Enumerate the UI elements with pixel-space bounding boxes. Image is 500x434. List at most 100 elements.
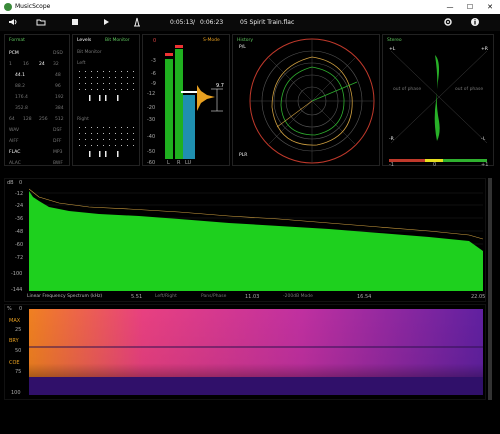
format-title: Format — [9, 38, 25, 43]
right-channel-label: Right — [77, 117, 89, 122]
left-level-bar — [165, 59, 173, 159]
s-mode-label[interactable]: S-Mode — [203, 38, 220, 43]
levels-panel: Levels Bit Monitor Bit Monitor Left Righ… — [72, 34, 140, 166]
spec-y-0: 0 — [19, 180, 23, 186]
marker-bry: BRY — [9, 338, 19, 344]
bit-depth-16: 16 — [23, 62, 29, 67]
stop-icon[interactable] — [70, 17, 80, 27]
bit-depth-1: 1 — [9, 62, 12, 67]
spec-x-11-03: 11.03 — [245, 294, 260, 300]
history-pl-label: P/L — [239, 45, 246, 50]
left-peak-marker — [165, 53, 173, 56]
volume-icon[interactable] — [8, 17, 18, 27]
frequency-spectrum — [29, 188, 483, 291]
rate-88-2: 88.2 — [15, 84, 26, 89]
spectrogram-panel: % 0 25 50 75 100 MAX BRY COE — [4, 304, 486, 400]
info-icon[interactable] — [470, 17, 480, 27]
metronome-icon[interactable] — [132, 17, 142, 27]
rate-176-4: 176.4 — [15, 95, 28, 100]
sg-y-75: 75 — [15, 369, 22, 375]
dsd-256: 256 — [39, 117, 48, 122]
codec-wav: WAV — [9, 128, 20, 133]
codec-dsf: DSF — [53, 128, 62, 133]
meter-scale-60: -60 — [147, 160, 156, 166]
spec-y-36: -36 — [15, 216, 24, 222]
stereo-panel: Stereo +L +R -R -L out of phase out of p… — [382, 34, 494, 168]
codec-bwf: BWF — [53, 161, 63, 166]
spec-y-12: -12 — [15, 191, 24, 197]
spec-x-22-05: 22.05 — [471, 294, 486, 300]
vertical-scrollbar[interactable] — [488, 178, 492, 400]
meter-label-r: R — [177, 160, 181, 166]
phase-correlation-bar — [389, 159, 487, 162]
maximize-button[interactable]: ☐ — [460, 0, 480, 14]
spec-y-60: -60 — [15, 242, 24, 248]
dsd-label: DSD — [53, 51, 63, 56]
rate-384: 384 — [55, 106, 64, 111]
spec-y-72: -72 — [15, 255, 24, 261]
history-polar-plot — [249, 38, 375, 164]
codec-flac: FLAC — [9, 150, 21, 155]
open-folder-icon[interactable] — [36, 17, 46, 27]
tab-levels[interactable]: Levels — [77, 38, 91, 43]
corr-mid: 0 — [433, 162, 437, 168]
minimize-button[interactable]: — — [440, 0, 460, 14]
codec-mp3: MP3 — [53, 150, 63, 155]
window-title: MusicScope — [15, 3, 51, 10]
meter-scale-30: -30 — [147, 117, 156, 123]
elapsed-time: 0:05:13 — [170, 19, 194, 26]
rate-44-1: 44.1 — [15, 73, 26, 78]
sg-y-25: 25 — [15, 327, 22, 333]
app-logo-icon — [4, 3, 12, 11]
track-name: 05 Spirit Train.flac — [240, 19, 295, 26]
stereo-title: Stereo — [387, 38, 402, 43]
marker-coe: COE — [9, 360, 20, 366]
meter-scale-3: -3 — [151, 58, 156, 64]
loudness-value: 9.7 — [216, 83, 224, 89]
left-channel-label: Left — [77, 61, 86, 66]
meter-label-l: L — [167, 160, 170, 166]
spectrum-caption: Linear Frequency Spectrum (kHz) — [27, 294, 103, 299]
transport-toolbar: 0:05:13 / 0:06:23 05 Spirit Train.flac — [0, 14, 500, 31]
meter-scale-50: -50 — [147, 149, 156, 155]
meter-scale-20: -20 — [147, 105, 156, 111]
mode-200db[interactable]: -200dB Mode — [283, 294, 313, 299]
dsd-512: 512 — [55, 117, 64, 122]
corr-min: -1 — [389, 162, 394, 168]
meter-scale-6: -6 — [151, 71, 156, 77]
pcm-label: PCM — [9, 51, 19, 56]
marker-max: MAX — [9, 318, 21, 324]
pct-label: % — [7, 306, 12, 312]
play-icon[interactable] — [101, 17, 111, 27]
spectrum-panel: dB 0 -12 -24 -36 -48 -60 -72 -100 -144 L… — [4, 178, 486, 302]
right-level-bar — [175, 49, 183, 159]
stereo-goniometer — [391, 51, 487, 143]
bit-depth-24: 24 — [39, 62, 45, 67]
right-bit-grid — [79, 127, 134, 157]
mode-pans-phase[interactable]: Pans/Phase — [201, 294, 226, 299]
sg-y-50: 50 — [15, 348, 22, 354]
meter-scale-12: -12 — [147, 91, 156, 97]
loudness-bar — [183, 95, 195, 159]
sg-y-100: 100 — [11, 390, 21, 396]
right-peak-marker — [175, 45, 183, 48]
spec-y-100: -100 — [11, 271, 23, 277]
meter-label-lu: LU — [185, 160, 192, 166]
rate-352-8: 352.8 — [15, 106, 28, 111]
spec-y-48: -48 — [15, 229, 24, 235]
codec-aiff: AIFF — [9, 139, 19, 144]
format-panel: Format PCM DSD 1 16 24 32 44.1 88.2 176.… — [4, 34, 70, 166]
spec-y-24: -24 — [15, 203, 24, 209]
total-time: 0:06:23 — [200, 19, 224, 26]
left-bit-grid — [79, 71, 134, 101]
gear-icon[interactable] — [443, 17, 453, 27]
db-axis-label: dB — [7, 180, 14, 186]
spec-y-144: -144 — [11, 287, 23, 293]
close-button[interactable]: ✕ — [480, 0, 500, 14]
tab-bit-monitor[interactable]: Bit Monitor — [105, 38, 130, 43]
time-separator: / — [193, 19, 196, 26]
mode-left-right[interactable]: Left/Right — [155, 294, 177, 299]
rate-96: 96 — [55, 84, 61, 89]
corr-max: +1 — [481, 162, 489, 168]
rate-48: 48 — [55, 73, 61, 78]
